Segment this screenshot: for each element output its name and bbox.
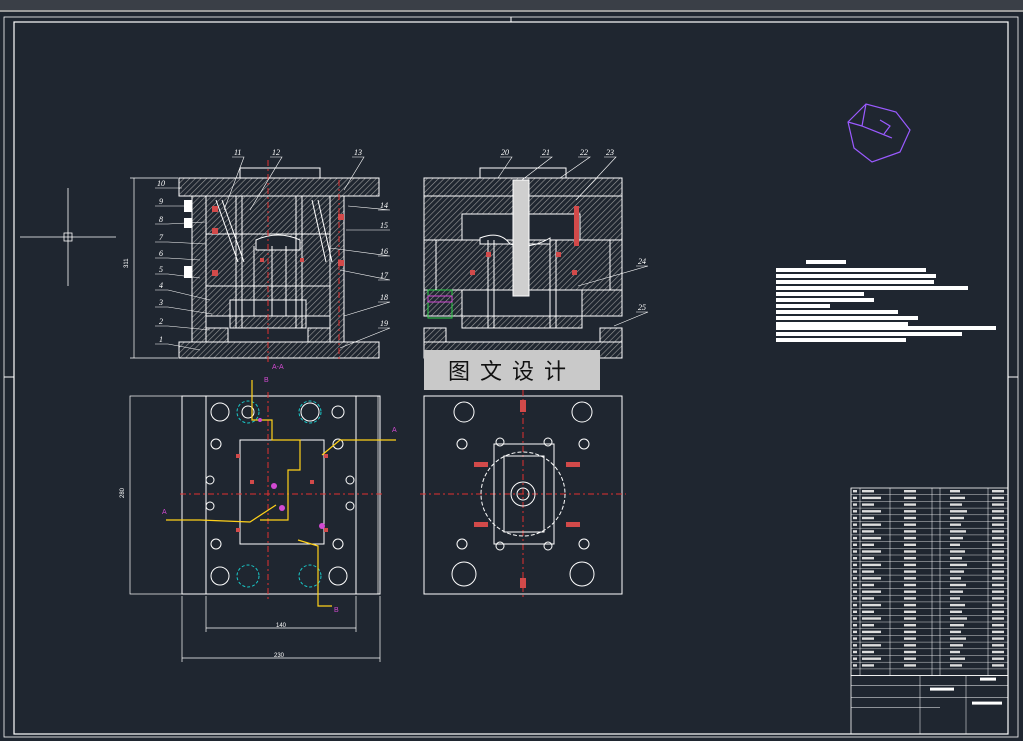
balloon-1: 1 [159, 335, 163, 344]
front-section-view [423, 167, 623, 359]
watermark-banner: 图文设计 [424, 350, 600, 390]
balloon-9: 9 [159, 197, 163, 206]
top-plan-view [129, 380, 396, 607]
dim-280: 280 [120, 487, 126, 498]
balloon-3: 3 [158, 298, 163, 307]
balloon-12: 12 [272, 148, 280, 157]
dim-140: 140 [276, 623, 287, 629]
section-b-top: B [264, 377, 269, 384]
balloon-18: 18 [380, 293, 388, 302]
balloon-11: 11 [234, 148, 241, 157]
bottom-plan-view [420, 390, 626, 600]
balloon-25: 25 [638, 303, 646, 312]
section-labels: A-A B A A B [162, 364, 397, 614]
balloon-6: 6 [159, 249, 163, 258]
balloon-15: 15 [380, 221, 388, 230]
section-aa-label: A-A [272, 364, 284, 371]
window-title-bar [0, 0, 1023, 12]
height-dimension-text: 311 [124, 258, 130, 268]
section-a-right: A [392, 427, 397, 434]
section-a-left: A [162, 509, 167, 516]
side-section-view [178, 160, 380, 362]
balloon-5: 5 [159, 265, 163, 274]
balloon-24: 24 [638, 257, 646, 266]
isometric-part-icon [847, 103, 911, 163]
dim-230: 230 [274, 653, 285, 659]
balloon-7: 7 [159, 233, 164, 242]
crosshair-cursor [20, 188, 116, 286]
section-b-bottom: B [334, 607, 339, 614]
balloon-21: 21 [542, 148, 550, 157]
balloon-20: 20 [501, 148, 509, 157]
balloon-8: 8 [159, 215, 163, 224]
bill-of-materials-table [850, 487, 1009, 735]
height-dimension [130, 177, 178, 359]
balloon-14: 14 [380, 201, 388, 210]
balloon-22: 22 [580, 148, 588, 157]
balloon-17: 17 [380, 271, 389, 280]
technical-requirements [776, 260, 996, 342]
balloon-19: 19 [380, 319, 388, 328]
balloon-4: 4 [159, 281, 163, 290]
balloon-23: 23 [606, 148, 614, 157]
balloon-10: 10 [157, 179, 165, 188]
balloon-2: 2 [159, 317, 163, 326]
balloon-13: 13 [354, 148, 362, 157]
balloon-16: 16 [380, 247, 388, 256]
